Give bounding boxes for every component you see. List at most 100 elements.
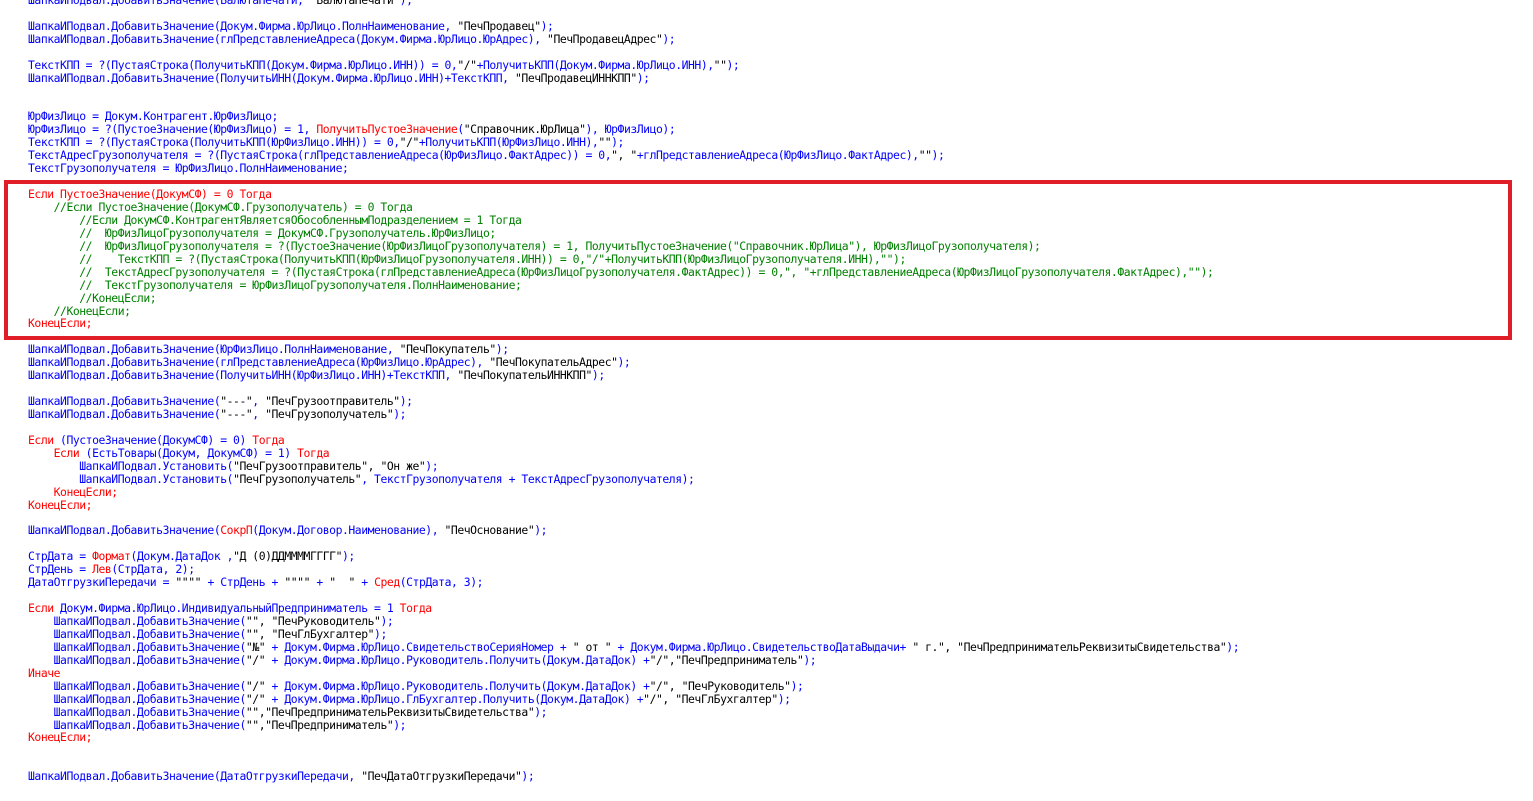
code-token: //Если ДокумСФ.КонтрагентЯвляетсяОбособл… xyxy=(28,212,522,227)
code-token: ); xyxy=(534,523,548,538)
code-token: ); xyxy=(662,31,676,46)
code-token: + Докум.Фирма.ЮрЛицо.СвидетельствоСерияН… xyxy=(265,639,573,654)
code-token: Если xyxy=(28,432,61,447)
code-token: ); xyxy=(495,342,509,357)
code-token: ШапкаИПодвал.ДобавитьЗначение( xyxy=(28,704,247,719)
code-token: + Докум.Фирма.ЮрЛицо.СвидетельствоДатаВы… xyxy=(611,639,913,654)
code-token: ); xyxy=(374,626,387,641)
code-token: "/" xyxy=(245,678,266,693)
code-token: ЮрФизЛицо = ?(ПустоеЗначение(ЮрФизЛицо) … xyxy=(28,122,317,137)
code-token: " " xyxy=(329,575,355,590)
code-token: , xyxy=(252,394,266,409)
code-token: ШапкаИПодвал.Установить( xyxy=(28,471,234,486)
code-token: ); xyxy=(611,135,624,150)
code-token: "","ПечПредприниматель" xyxy=(245,717,394,732)
code-token: +ПолучитьКПП(ЮрФизЛицо.ИНН), xyxy=(418,135,599,150)
code-token: ); xyxy=(425,458,439,473)
code-token: "/","ПечПредприниматель" xyxy=(649,652,804,667)
code-token: "ПечГрузоотправитель", "Он же" xyxy=(233,458,426,473)
code-token: ШапкаИПодвал.ДобавитьЗначение(глПредстав… xyxy=(28,31,548,46)
code-token: ТекстГрузополучателя = ЮрФизЛицо.ПолнНаи… xyxy=(28,161,349,176)
code-token: ШапкаИПодвал.ДобавитьЗначение(ДатаОтгруз… xyxy=(28,769,362,784)
code-token: "ПечПродавецАдрес" xyxy=(547,31,663,46)
code-token: "ПечПокупатель" xyxy=(399,342,497,357)
code-token: "---" xyxy=(220,407,253,421)
code-token: ПолучитьПустоеЗначение xyxy=(316,122,458,137)
code-token: ШапкаИПодвал.ДобавитьЗначение(ЮрФизЛицо.… xyxy=(28,342,400,357)
code-line: //КонецЕсли; xyxy=(28,291,1239,305)
code-token: ШапкаИПодвал.ДобавитьЗначение( xyxy=(28,523,221,538)
code-line: СтрДата = Формат(Докум.ДатаДок ,"Д (0)ДД… xyxy=(28,550,1239,563)
code-token: СтрДата = xyxy=(28,549,93,564)
code-token: "ПечПродавец" xyxy=(457,18,541,33)
code-token: ); xyxy=(393,407,407,421)
code-token: ТекстАдресГрузополучателя = ?(ПустаяСтро… xyxy=(28,148,612,163)
code-token: ); xyxy=(399,0,413,7)
code-token: ТекстКПП = ?(ПустаяСтрока(ПолучитьКПП(До… xyxy=(28,57,458,72)
code-token: "ПечГрузополучатель" xyxy=(265,407,394,421)
code-token: Докум.Фирма.ЮрЛицо.ИндивидуальныйПредпри… xyxy=(60,601,400,616)
code-token: + Докум.Фирма.ЮрЛицо.Руководитель.Получи… xyxy=(265,652,651,667)
code-token: """" xyxy=(284,575,310,590)
code-token: ); xyxy=(777,691,791,706)
code-token: "", "ПечРуководитель" xyxy=(245,614,381,628)
code-token: ); xyxy=(342,549,355,564)
code-line: ШапкаИПодвал.ДобавитьЗначение(глПредстав… xyxy=(28,31,1239,46)
code-token: ЮрФизЛицо = Докум.Контрагент.ЮрФизЛицо; xyxy=(28,109,278,124)
code-token: (Докум.ДатаДок , xyxy=(130,549,234,564)
code-token: Иначе xyxy=(28,665,61,680)
code-token: ); xyxy=(931,148,945,163)
code-line: ШапкаИПодвал.Установить("ПечГрузополучат… xyxy=(28,471,1239,486)
code-token: "Д (0)ДДММММГГГГ" xyxy=(233,549,342,564)
code-token: "ПечОснование" xyxy=(444,523,535,538)
code-token: "" xyxy=(918,148,932,163)
code-token: +ПолучитьКПП(Докум.Фирма.ЮрЛицо.ИНН), xyxy=(476,57,715,72)
code-token: ); xyxy=(617,355,631,370)
code-token: "", "ПечГлБухгалтер" xyxy=(245,626,375,641)
code-token: ); xyxy=(540,18,554,33)
code-token: Если ПустоеЗначение(ДокумСФ) = 0 Тогда xyxy=(28,187,272,202)
code-token: (ЕстьТовары(Докум, ДокумСФ) = 1) xyxy=(85,445,298,460)
code-token: ); xyxy=(399,394,413,409)
code-token: ); xyxy=(393,717,407,732)
code-token: ); xyxy=(726,57,740,72)
code-token: (СтрДата, 3); xyxy=(399,575,484,590)
code-token: + СтрДень + xyxy=(201,575,285,590)
code-token: ); xyxy=(1226,639,1240,654)
code-token: , xyxy=(252,407,266,421)
code-token: КонецЕсли; xyxy=(28,316,93,331)
code-line: КонецЕсли; xyxy=(28,731,1239,744)
code-token: ШапкаИПодвал.ДобавитьЗначение(Докум.Фирм… xyxy=(28,18,458,33)
code-token: // ЮрФизЛицоГрузополучателя = ?(ПустоеЗн… xyxy=(28,238,1041,253)
code-token: + xyxy=(354,575,375,590)
code-token: ), ЮрФизЛицо); xyxy=(585,122,676,137)
code-line: ДатаОтгрузкиПередачи = """" + СтрДень + … xyxy=(28,576,1239,589)
code-token: "Справочник.ЮрЛица" xyxy=(463,122,586,137)
code-line: ШапкаИПодвал.ДобавитьЗначение("---", "Пе… xyxy=(28,408,1239,421)
code-token: ТекстКПП = ?(ПустаяСтрока(ПолучитьКПП(Юр… xyxy=(28,135,400,150)
code-token: (Докум.Договор.Наименование), xyxy=(252,523,445,538)
code-token: "/" xyxy=(457,57,477,72)
code-line: ШапкаИПодвал.ДобавитьЗначение(СокрП(Доку… xyxy=(28,524,1239,537)
code-token: , ТекстГрузополучателя + ТекстАдресГрузо… xyxy=(361,471,695,486)
code-token: //Если ПустоеЗначение(ДокумСФ.Грузополуч… xyxy=(28,200,413,214)
code-line: ТекстГрузополучателя = ЮрФизЛицо.ПолнНаи… xyxy=(28,162,1239,175)
code-token: ШапкаИПодвал.ДобавитьЗначение( xyxy=(28,394,221,409)
code-token: СтрДень = xyxy=(28,562,93,577)
code-token: "ПечГрузоотправитель" xyxy=(265,394,400,409)
code-token: "" xyxy=(598,135,612,150)
code-token: ); xyxy=(521,769,535,784)
code-token: // ТекстКПП = ?(ПустаяСтрока(ПолучитьКПП… xyxy=(28,251,906,266)
code-token: КонецЕсли; xyxy=(28,730,93,745)
code-token: ); xyxy=(591,368,605,383)
code-token: ШапкаИПодвал.Установить( xyxy=(28,458,234,473)
code-token: // ТекстГрузополучателя = ЮрФизЛицоГрузо… xyxy=(28,277,522,292)
code-token: ", " xyxy=(611,148,637,163)
code-line: КонецЕсли; xyxy=(28,485,1239,499)
code-token: "ПечПокупательИННКПП" xyxy=(457,368,592,383)
code-token: "/" xyxy=(245,652,266,667)
code-token: // ЮрФизЛицоГрузополучателя = ДокумСФ.Гр… xyxy=(28,225,496,240)
code-editor[interactable]: ШапкаИПодвал.ДобавитьЗначение(ВалютаПеча… xyxy=(0,0,1533,801)
code-token: "ПечПокупательАдрес" xyxy=(489,355,618,370)
